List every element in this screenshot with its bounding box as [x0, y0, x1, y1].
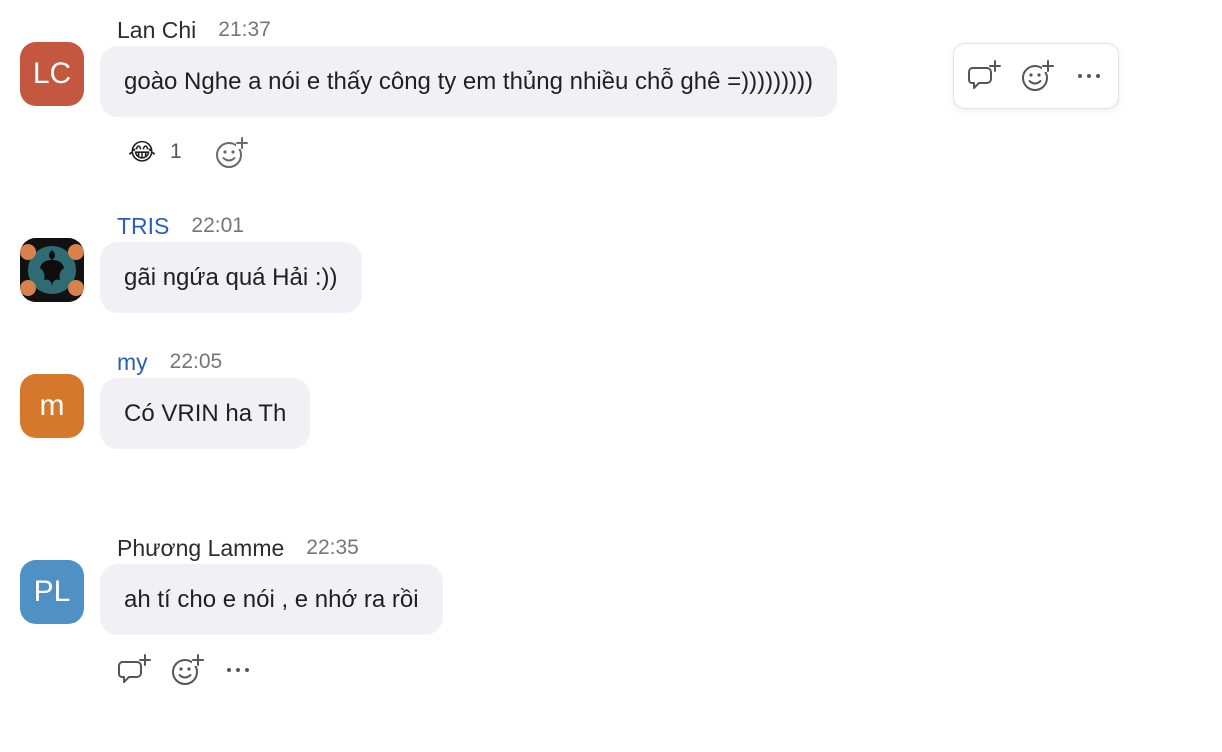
timestamp: 22:05: [169, 350, 223, 373]
avatar[interactable]: PL: [20, 560, 84, 624]
add-reaction-icon: [216, 137, 248, 168]
more-options-button[interactable]: [220, 652, 256, 688]
message-bubble[interactable]: ah tí cho e nói , e nhớ ra rồi: [100, 564, 443, 635]
message-header: my 22:05: [117, 348, 222, 376]
sender-name[interactable]: TRIS: [117, 213, 169, 240]
more-options-icon: [1078, 74, 1100, 78]
reply-in-thread-button[interactable]: [967, 58, 1003, 94]
reaction-count: 1: [170, 140, 182, 163]
add-reaction-button[interactable]: [213, 135, 249, 171]
sender-name[interactable]: my: [117, 349, 148, 376]
add-reaction-icon: [172, 654, 204, 685]
message-header: TRIS 22:01: [117, 212, 244, 240]
avatar[interactable]: LC: [20, 42, 84, 106]
timestamp: 22:35: [306, 536, 359, 559]
add-reaction-button[interactable]: [1019, 58, 1055, 94]
message-bubble[interactable]: gãi ngứa quá Hải :)): [100, 242, 362, 313]
message-bubble[interactable]: goào Nghe a nói e thấy công ty em thủng …: [100, 46, 838, 117]
avatar-initials: m: [39, 389, 65, 422]
more-options-icon: [227, 668, 249, 672]
more-options-button[interactable]: [1071, 58, 1107, 94]
message-bubble[interactable]: Có VRIN ha Th: [100, 378, 311, 449]
avatar[interactable]: [20, 238, 84, 302]
avatar-initials: LC: [32, 57, 72, 90]
avatar-image: [20, 238, 84, 302]
message-header: Phương Lamme 22:35: [117, 534, 359, 562]
timestamp: 21:37: [218, 18, 271, 41]
add-reaction-icon: [1022, 60, 1054, 91]
tears-of-joy-emoji-icon: 😂: [128, 138, 157, 166]
sender-name[interactable]: Lan Chi: [117, 17, 196, 44]
add-reaction-button[interactable]: [169, 652, 205, 688]
avatar[interactable]: m: [20, 374, 84, 438]
reply-in-thread-icon: [118, 654, 151, 683]
timestamp: 22:01: [191, 214, 244, 237]
message-text: ah tí cho e nói , e nhớ ra rồi: [124, 585, 419, 613]
message-hover-toolbar: [953, 43, 1119, 109]
message-text: Có VRIN ha Th: [124, 399, 287, 427]
sender-name[interactable]: Phương Lamme: [117, 535, 284, 562]
reply-in-thread-button[interactable]: [117, 652, 153, 688]
message-header: Lan Chi 21:37: [117, 16, 271, 44]
message-text: goào Nghe a nói e thấy công ty em thủng …: [124, 67, 814, 95]
avatar-initials: PL: [33, 575, 71, 608]
reaction-chip[interactable]: 😂 1: [128, 135, 182, 169]
reply-in-thread-icon: [968, 60, 1001, 89]
message-text: gãi ngứa quá Hải :)): [124, 263, 338, 291]
